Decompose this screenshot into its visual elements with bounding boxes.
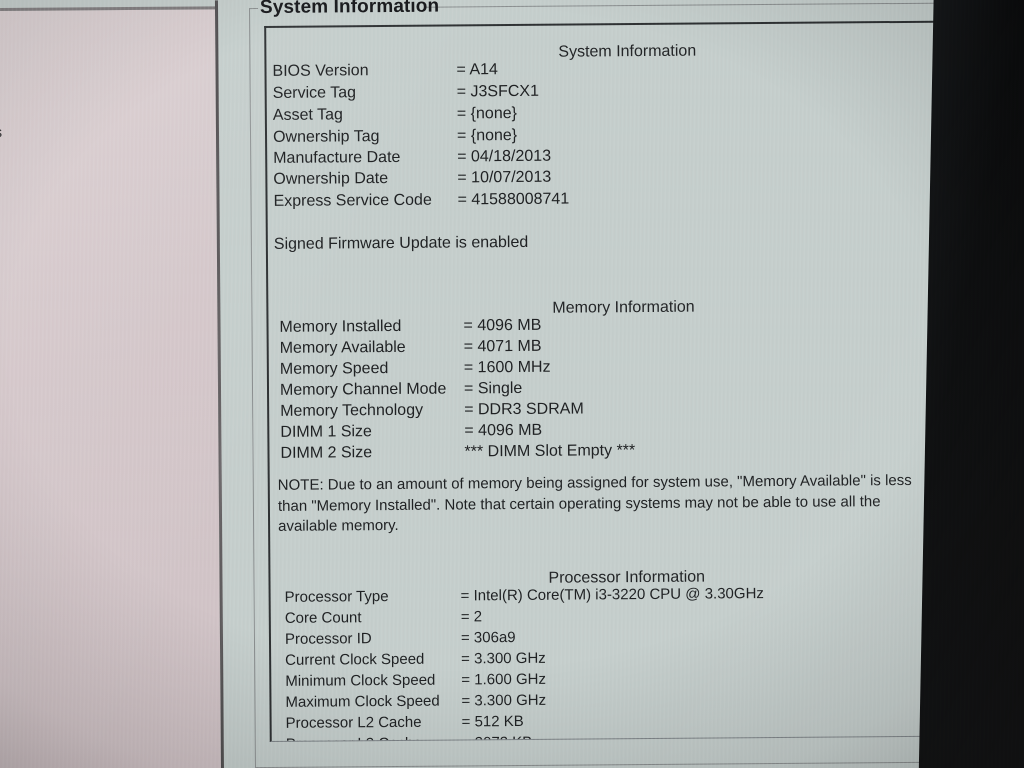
label-bios-version: BIOS Version — [272, 62, 369, 80]
value-express-service-code: = 41588008741 — [457, 190, 570, 209]
information-inner-panel: System Information BIOS Version = A14 Se… — [264, 20, 1001, 742]
value-processor-l2-cache: = 512 KB — [461, 712, 524, 731]
value-manufacture-date: = 04/18/2013 — [457, 147, 552, 166]
groupbox-border-top-left — [249, 8, 259, 10]
bios-screen-photo: ions rt System Information System Inform… — [0, 0, 1024, 768]
value-service-tag: = J3SFCX1 — [456, 82, 540, 101]
value-processor-type: = Intel(R) Core(TM) i3-3220 CPU @ 3.30GH… — [460, 585, 764, 605]
main-content-area: System Information System Information BI… — [217, 0, 1024, 768]
label-memory-installed: Memory Installed — [279, 317, 402, 336]
value-maximum-clock-speed: = 3.300 GHz — [461, 691, 547, 710]
label-dimm-1-size: DIMM 1 Size — [280, 423, 372, 441]
value-processor-id: = 306a9 — [460, 629, 516, 647]
left-side-panel: ions rt — [0, 6, 222, 768]
value-asset-tag: = {none} — [456, 104, 517, 123]
value-memory-technology: = DDR3 SDRAM — [464, 400, 584, 419]
label-memory-channel-mode: Memory Channel Mode — [279, 380, 447, 399]
label-service-tag: Service Tag — [272, 84, 357, 102]
monitor-screen: ions rt System Information System Inform… — [0, 0, 1024, 768]
label-processor-l3-cache: Processor L3 Cache — [286, 735, 422, 742]
groupbox-title: System Information — [259, 0, 440, 19]
label-ownership-tag: Ownership Tag — [272, 128, 380, 146]
value-bios-version: = A14 — [456, 61, 498, 79]
sidebar-text-fragment-options: ions — [0, 124, 3, 142]
label-processor-type: Processor Type — [284, 588, 389, 606]
section-heading-system-information: System Information — [558, 42, 697, 61]
label-express-service-code: Express Service Code — [273, 191, 432, 210]
memory-availability-note: NOTE: Due to an amount of memory being a… — [277, 471, 912, 535]
value-minimum-clock-speed: = 1.600 GHz — [461, 670, 547, 689]
label-memory-speed: Memory Speed — [279, 360, 389, 378]
value-current-clock-speed: = 3.300 GHz — [461, 649, 546, 668]
label-manufacture-date: Manufacture Date — [273, 148, 401, 167]
value-memory-installed: = 4096 MB — [463, 316, 542, 335]
value-dimm-2-size: *** DIMM Slot Empty *** — [464, 442, 636, 461]
label-dimm-2-size: DIMM 2 Size — [280, 444, 373, 462]
value-memory-available: = 4071 MB — [463, 337, 542, 356]
label-processor-id: Processor ID — [284, 630, 372, 648]
value-ownership-date: = 10/07/2013 — [457, 168, 552, 187]
label-processor-l2-cache: Processor L2 Cache — [285, 713, 422, 732]
value-dimm-1-size: = 4096 MB — [464, 421, 543, 440]
label-asset-tag: Asset Tag — [272, 106, 343, 124]
signed-firmware-update-status: Signed Firmware Update is enabled — [273, 233, 529, 253]
value-memory-speed: = 1600 MHz — [463, 358, 551, 377]
label-current-clock-speed: Current Clock Speed — [285, 650, 425, 669]
value-ownership-tag: = {none} — [456, 126, 518, 145]
label-memory-available: Memory Available — [279, 338, 406, 357]
value-core-count: = 2 — [460, 608, 483, 626]
label-minimum-clock-speed: Minimum Clock Speed — [285, 671, 436, 690]
label-memory-technology: Memory Technology — [280, 401, 424, 420]
section-heading-memory-information: Memory Information — [552, 298, 695, 317]
label-ownership-date: Ownership Date — [273, 170, 389, 188]
label-maximum-clock-speed: Maximum Clock Speed — [285, 692, 440, 711]
label-core-count: Core Count — [284, 609, 362, 627]
value-memory-channel-mode: = Single — [463, 379, 523, 398]
monitor-bezel-right — [918, 0, 1024, 768]
